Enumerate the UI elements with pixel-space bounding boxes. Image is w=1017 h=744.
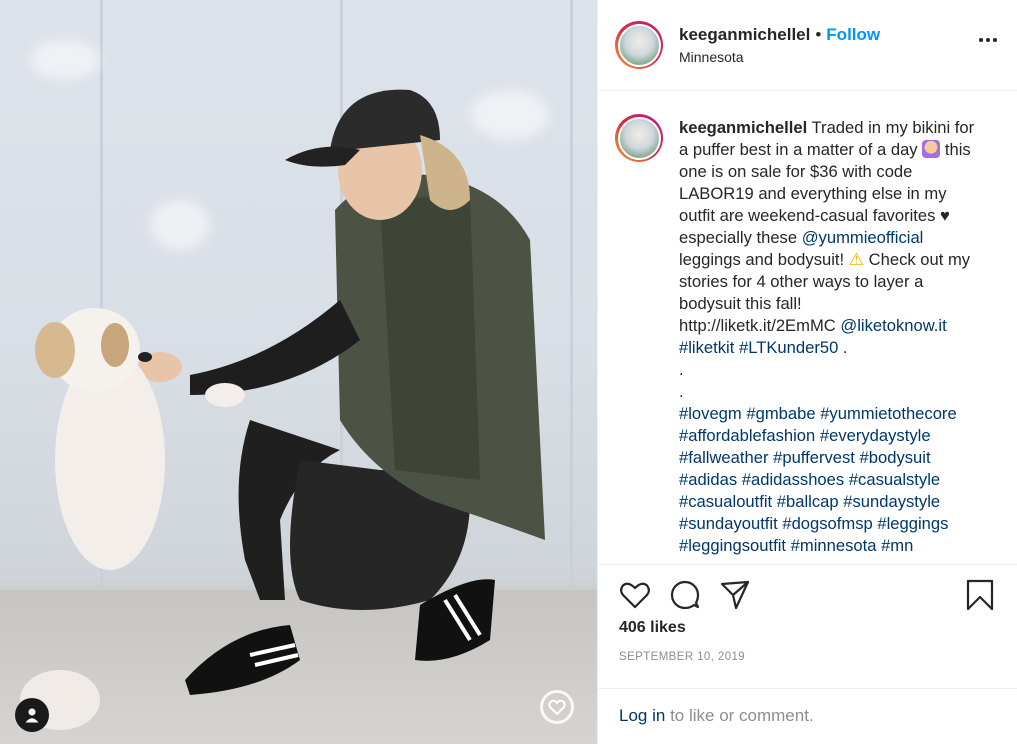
heart-emoji: ♥: [940, 206, 950, 225]
user-tag-icon[interactable]: [15, 698, 49, 732]
warning-emoji-icon: ⚠: [848, 250, 865, 269]
caption-dot: .: [679, 360, 684, 379]
hashtag-link[interactable]: #sundaystyle: [843, 492, 940, 511]
hashtag-link[interactable]: #affordablefashion: [679, 426, 815, 445]
caption-url: http://liketk.it/2EmMC: [679, 316, 836, 335]
hashtag-link[interactable]: #casualstyle: [849, 470, 940, 489]
username-link[interactable]: keeganmichellel: [679, 25, 810, 45]
avatar[interactable]: [615, 21, 663, 69]
hashtag-list: #lovegm #gmbabe #yummietothecore #afford…: [679, 404, 957, 555]
ltk-badge-icon[interactable]: [540, 690, 574, 724]
location-link[interactable]: Minnesota: [679, 49, 880, 65]
hashtag-link[interactable]: #casualoutfit: [679, 492, 772, 511]
hashtag-link[interactable]: #sundayoutfit: [679, 514, 778, 533]
caption-text: keeganmichellel Traded in my bikini for …: [679, 117, 979, 564]
bookmark-icon[interactable]: [963, 578, 997, 612]
caption-dot: .: [679, 382, 684, 401]
hashtag-link[interactable]: #minnesota: [791, 536, 877, 555]
shrug-emoji-icon: [922, 140, 941, 158]
post-photo[interactable]: [0, 0, 597, 744]
post-sidebar: keeganmichellel • Follow Minnesota keega…: [597, 0, 1017, 744]
hashtag-link[interactable]: #leggings: [877, 514, 948, 533]
hashtag-link[interactable]: #fallweather: [679, 448, 768, 467]
follow-button[interactable]: Follow: [826, 25, 880, 45]
more-icon[interactable]: [979, 38, 997, 42]
caption-part: especially these: [679, 228, 798, 247]
hashtag-link[interactable]: #mn: [881, 536, 913, 555]
hashtag-link[interactable]: #everydaystyle: [820, 426, 931, 445]
post-date[interactable]: SEPTEMBER 10, 2019: [619, 651, 745, 663]
caption-part: leggings and bodysuit!: [679, 250, 845, 269]
photo-scene: [20, 89, 545, 730]
caption-avatar[interactable]: [615, 114, 663, 162]
hashtag-link[interactable]: #LTKunder50: [739, 338, 838, 357]
caption-username[interactable]: keeganmichellel: [679, 118, 807, 137]
hashtag-link[interactable]: #bodysuit: [860, 448, 931, 467]
post-header: keeganmichellel • Follow Minnesota: [598, 0, 1017, 91]
hashtag-link[interactable]: #leggingsoutfit: [679, 536, 786, 555]
login-prompt: Log in to like or comment.: [598, 688, 1017, 744]
heart-icon[interactable]: [618, 578, 652, 612]
login-text: to like or comment.: [670, 706, 814, 725]
hashtag-link[interactable]: #dogsofmsp: [782, 514, 872, 533]
caption-part: .: [842, 338, 848, 357]
separator-dot: •: [815, 25, 822, 44]
hashtag-link[interactable]: #puffervest: [773, 448, 855, 467]
mention-link[interactable]: @liketoknow.it: [840, 316, 946, 335]
comments-section: keeganmichellel Traded in my bikini for …: [598, 91, 1017, 564]
comment-icon[interactable]: [668, 578, 702, 612]
hashtag-link[interactable]: #lovegm: [679, 404, 742, 423]
hashtag-link[interactable]: #gmbabe: [746, 404, 815, 423]
hashtag-link[interactable]: #liketkit: [679, 338, 734, 357]
hashtag-link[interactable]: #ballcap: [777, 492, 839, 511]
login-link[interactable]: Log in: [619, 706, 665, 725]
hashtag-link[interactable]: #yummietothecore: [820, 404, 957, 423]
share-icon[interactable]: [718, 578, 752, 612]
hashtag-link[interactable]: #adidas: [679, 470, 737, 489]
mention-link[interactable]: @yummieofficial: [802, 228, 924, 247]
hashtag-link[interactable]: #adidasshoes: [742, 470, 844, 489]
likes-count[interactable]: 406 likes: [619, 619, 686, 637]
